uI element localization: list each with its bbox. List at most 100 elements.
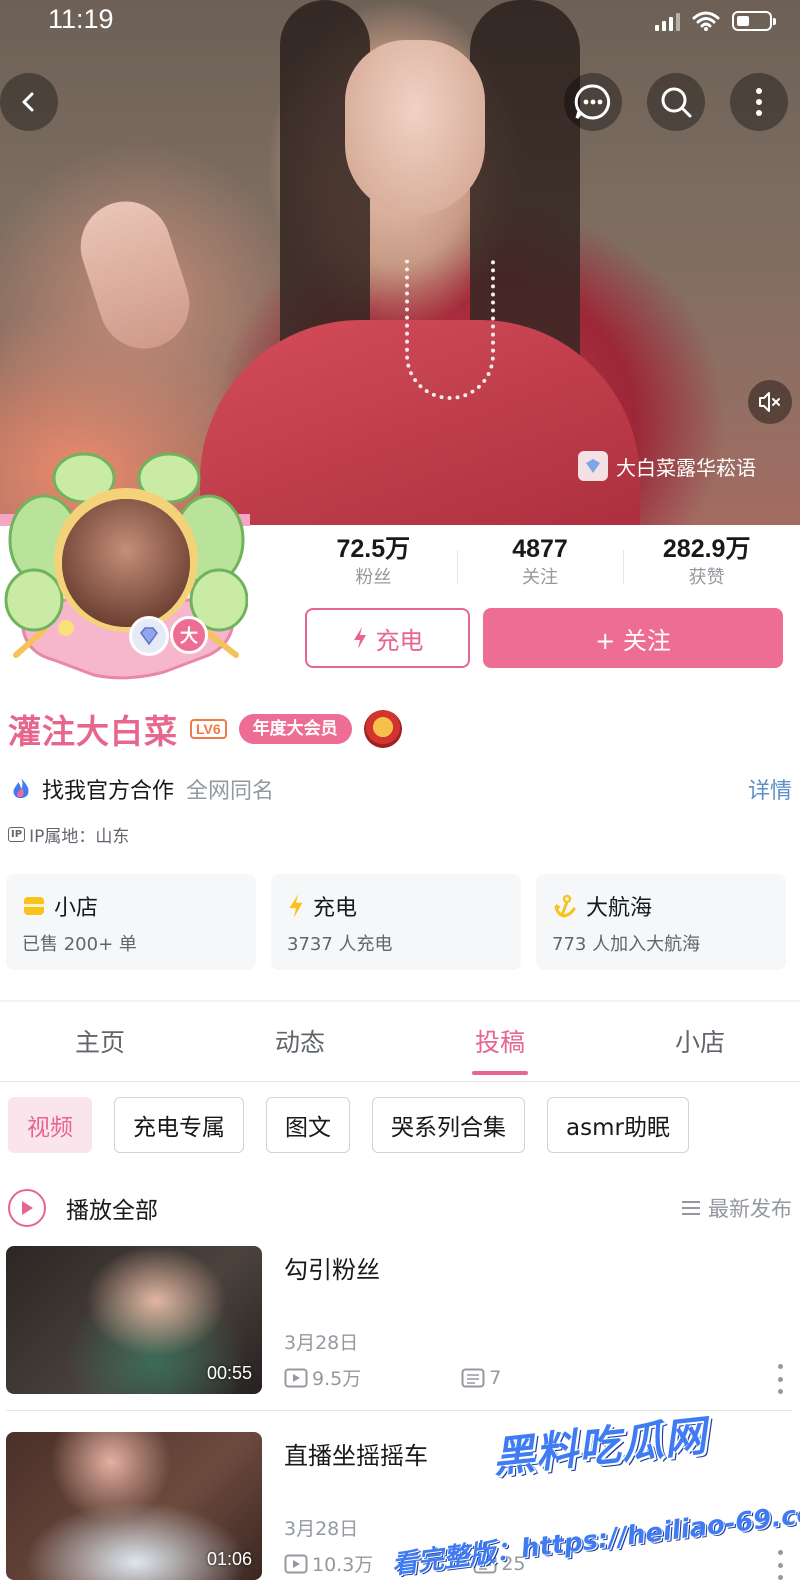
search-icon xyxy=(661,87,692,118)
stat-label: 获赞 xyxy=(688,567,725,588)
video-date: 3月28日 xyxy=(284,1332,359,1354)
card-sub: 3737 人充电 xyxy=(287,934,393,955)
tab-uploads[interactable]: 投稿 xyxy=(400,1004,600,1081)
stat-fans[interactable]: 72.5万 粉丝 xyxy=(290,532,457,598)
more-vertical-icon xyxy=(756,88,762,116)
cooperation-text: 找我官方合作 xyxy=(42,779,175,804)
video-views-value: 10.3万 xyxy=(312,1554,374,1576)
video-comments: 7 xyxy=(461,1367,501,1389)
lightning-icon xyxy=(289,894,303,918)
card-sub: 已售 200+ 单 xyxy=(22,934,137,955)
video-stats: 9.5万 7 xyxy=(284,1364,784,1391)
card-title: 充电 xyxy=(313,896,358,921)
video-comments-value: 25 xyxy=(501,1552,526,1575)
video-title: 勾引粉丝 xyxy=(284,1256,380,1284)
speaker-muted-icon xyxy=(759,392,780,412)
video-list-item[interactable]: 01:06 直播坐摇摇车 3月28日 10.3万 25 xyxy=(6,1432,792,1580)
follow-button-label: + 关注 xyxy=(595,626,671,655)
feature-cards: 小店 已售 200+ 单 充电 3737 人充电 大航海 773 人加入大航海 xyxy=(6,874,786,970)
stat-label: 关注 xyxy=(522,567,558,588)
stat-value: 4877 xyxy=(512,535,568,563)
card-title: 小店 xyxy=(54,896,99,921)
play-count-icon xyxy=(284,1368,308,1387)
avatar-frame-cabbage xyxy=(4,452,249,680)
play-all-button[interactable] xyxy=(8,1189,46,1227)
cooperation-sub: 全网同名 xyxy=(186,779,275,804)
sort-lines-icon xyxy=(682,1201,700,1215)
banner-video-label[interactable]: 大白菜露华菘语 xyxy=(578,448,756,484)
card-sub: 773 人加入大航海 xyxy=(552,934,701,955)
verified-diamond-icon xyxy=(129,616,169,656)
sort-label: 最新发布 xyxy=(708,1197,792,1221)
mute-button[interactable] xyxy=(748,380,792,424)
video-stats: 10.3万 25 xyxy=(284,1550,784,1577)
battery-icon xyxy=(732,11,776,31)
shop-icon xyxy=(24,897,44,915)
banner-figure-necklace xyxy=(405,260,495,400)
flame-logo-icon xyxy=(13,778,29,799)
video-views: 10.3万 xyxy=(284,1550,373,1577)
card-captain[interactable]: 大航海 773 人加入大航海 xyxy=(536,874,786,970)
lightning-icon xyxy=(353,627,366,649)
ip-location-text: IP属地：山东 xyxy=(29,827,130,847)
profile-banner-video[interactable]: 11:19 大白菜露华菘语 xyxy=(0,0,800,525)
banner-video-title: 大白菜露华菘语 xyxy=(616,455,756,480)
stat-following[interactable]: 4877 关注 xyxy=(456,532,624,598)
video-thumbnail[interactable]: 00:55 xyxy=(6,1246,262,1394)
follow-button[interactable]: + 关注 xyxy=(483,608,783,668)
video-title: 直播坐摇摇车 xyxy=(284,1442,428,1470)
stat-likes[interactable]: 282.9万 获赞 xyxy=(623,532,790,598)
back-arrow-icon xyxy=(22,92,34,112)
card-charge[interactable]: 充电 3737 人充电 xyxy=(271,874,521,970)
play-all-label[interactable]: 播放全部 xyxy=(66,1191,158,1225)
section-divider xyxy=(0,1000,800,1002)
chat-bubble-icon xyxy=(574,84,611,120)
video-list-item[interactable]: 00:55 勾引粉丝 3月28日 9.5万 7 xyxy=(6,1246,792,1394)
tab-home[interactable]: 主页 xyxy=(0,1004,200,1081)
stat-value: 72.5万 xyxy=(336,535,411,563)
play-icon xyxy=(22,1201,33,1215)
search-button[interactable] xyxy=(647,73,705,131)
sort-dropdown[interactable]: 最新发布 xyxy=(680,1193,792,1223)
cooperation-row[interactable]: 找我官方合作 全网同名 详情 xyxy=(8,770,792,808)
status-time: 11:19 xyxy=(48,4,114,34)
filter-video[interactable]: 视频 xyxy=(8,1097,92,1153)
stat-label: 粉丝 xyxy=(355,567,392,588)
banner-figure-hand xyxy=(69,189,201,361)
avatar[interactable]: 大 xyxy=(4,450,249,685)
filter-image-text[interactable]: 图文 xyxy=(266,1097,350,1153)
video-thumbnail[interactable]: 01:06 xyxy=(6,1432,262,1580)
video-date: 3月28日 xyxy=(284,1518,359,1540)
back-button[interactable] xyxy=(0,73,58,131)
vip-badge[interactable]: 年度大会员 xyxy=(238,714,352,744)
card-title: 大航海 xyxy=(586,896,653,921)
card-shop[interactable]: 小店 已售 200+ 单 xyxy=(6,874,256,970)
play-count-icon xyxy=(284,1554,308,1573)
detail-link[interactable]: 详情 xyxy=(748,773,792,805)
play-all-row: 播放全部 最新发布 xyxy=(8,1184,792,1232)
name-row: 灌注大白菜 LV6 年度大会员 xyxy=(8,707,402,751)
tab-shop[interactable]: 小店 xyxy=(600,1004,800,1081)
charge-button-label: 充电 xyxy=(375,626,424,655)
more-button[interactable] xyxy=(730,73,788,131)
video-more-button[interactable] xyxy=(778,1364,784,1394)
comment-count-icon xyxy=(473,1554,497,1573)
profile-stats: 72.5万 粉丝 4877 关注 282.9万 获赞 xyxy=(290,532,790,598)
banner-figure-face xyxy=(345,40,485,215)
medal-icon[interactable] xyxy=(363,710,402,748)
avatar-badge: 大 xyxy=(170,616,208,654)
filter-cry-series[interactable]: 哭系列合集 xyxy=(372,1097,525,1153)
stat-value: 282.9万 xyxy=(662,535,751,563)
message-button[interactable] xyxy=(564,73,622,131)
video-views: 9.5万 xyxy=(284,1364,361,1391)
charge-button[interactable]: 充电 xyxy=(305,608,470,668)
username: 灌注大白菜 xyxy=(8,712,178,751)
signal-icon xyxy=(655,11,680,31)
filter-charge-exclusive[interactable]: 充电专属 xyxy=(114,1097,244,1153)
tab-dynamics[interactable]: 动态 xyxy=(200,1004,400,1081)
ip-location: IP IP属地：山东 xyxy=(8,822,129,847)
filter-asmr[interactable]: asmr助眠 xyxy=(547,1097,689,1153)
comment-count-icon xyxy=(461,1368,485,1387)
video-more-button[interactable] xyxy=(778,1550,784,1580)
video-views-value: 9.5万 xyxy=(312,1368,362,1390)
